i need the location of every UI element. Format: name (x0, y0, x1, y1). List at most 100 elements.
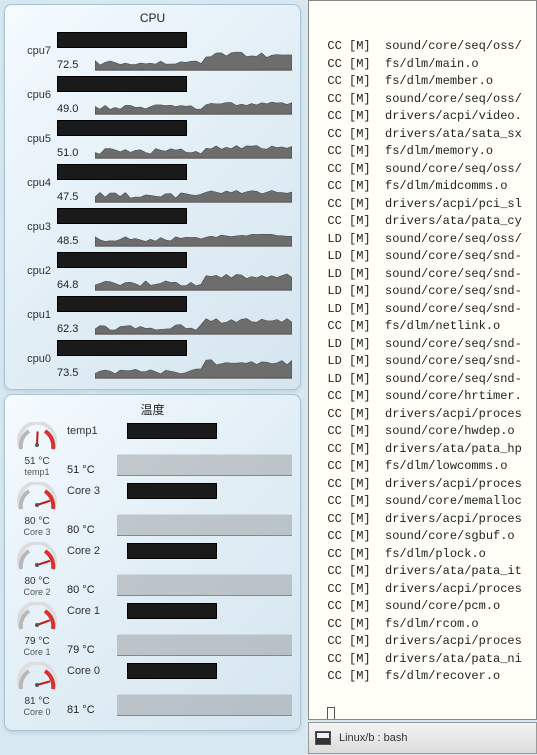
temperature-gauge-icon (15, 602, 59, 638)
cpu-usage-bar (57, 164, 187, 180)
terminal-line: CC [M] drivers/acpi/video. (313, 108, 532, 126)
terminal-line: LD [M] sound/core/seq/snd- (313, 266, 532, 284)
gauge-label: Core 1 (23, 647, 50, 657)
terminal-line: CC [M] sound/core/seq/oss/ (313, 161, 532, 179)
cpu-usage-bar (57, 296, 187, 312)
terminal-line: CC [M] sound/core/hwdep.o (313, 423, 532, 441)
terminal-line: CC [M] sound/core/sgbuf.o (313, 528, 532, 546)
temperature-sensor-name: Core 1 (67, 605, 117, 617)
temperature-gauge-icon (15, 662, 59, 698)
terminal-line: CC [M] drivers/acpi/proces (313, 511, 532, 529)
cpu-core-label: cpu5 (13, 133, 51, 145)
temperature-history-graph (117, 566, 292, 596)
terminal-line: CC [M] fs/dlm/plock.o (313, 546, 532, 564)
temperature-history-graph (117, 506, 292, 536)
cpu-history-graph (95, 225, 292, 247)
terminal-line: CC [M] drivers/acpi/proces (313, 476, 532, 494)
temperature-graph-value: 81 °C (67, 704, 111, 716)
left-panel: CPU cpu772.5cpu649.0cpu551.0cpu447.5cpu3… (0, 0, 305, 755)
temperature-graph-value: 80 °C (67, 584, 111, 596)
terminal-line: CC [M] drivers/ata/pata_hp (313, 441, 532, 459)
cpu-usage-bar (57, 208, 187, 224)
temperature-bar (127, 663, 217, 679)
cpu-usage-value: 72.5 (57, 59, 91, 71)
terminal-line: CC [M] fs/dlm/lowcomms.o (313, 458, 532, 476)
temperature-history-graph (117, 686, 292, 716)
gauge-label: Core 0 (23, 707, 50, 717)
terminal-line: CC [M] drivers/acpi/proces (313, 406, 532, 424)
cpu-core-label: cpu4 (13, 177, 51, 189)
terminal-line: CC [M] sound/core/seq/oss/ (313, 91, 532, 109)
terminal-line: CC [M] sound/core/pcm.o (313, 598, 532, 616)
temperature-sensor-name: Core 2 (67, 545, 117, 557)
cpu-row: cpu551.0 (13, 117, 292, 161)
temperature-row: 81 °CCore 0Core 081 °C (13, 662, 292, 722)
cpu-history-graph (95, 357, 292, 379)
cpu-row: cpu1 62.3 (13, 293, 292, 337)
temperature-gauge-icon (15, 542, 59, 578)
terminal-line: CC [M] fs/dlm/rcom.o (313, 616, 532, 634)
terminal-line: CC [M] drivers/ata/sata_sx (313, 126, 532, 144)
cpu-usage-value: 62.3 (57, 323, 91, 335)
cpu-core-label: cpu2 (13, 265, 51, 277)
temperature-widget: 温度 51 °Ctemp1temp151 °C80 °CCore 3Core 3… (4, 394, 301, 731)
terminal-line: LD [M] sound/core/seq/snd- (313, 248, 532, 266)
terminal-line: CC [M] drivers/ata/pata_cy (313, 213, 532, 231)
cpu-usage-value: 48.5 (57, 235, 91, 247)
cpu-usage-bar (57, 340, 187, 356)
cpu-row: cpu4 47.5 (13, 161, 292, 205)
terminal-icon[interactable] (315, 731, 331, 745)
terminal-line: LD [M] sound/core/seq/snd- (313, 353, 532, 371)
terminal-line: CC [M] fs/dlm/netlink.o (313, 318, 532, 336)
terminal-line: CC [M] fs/dlm/midcomms.o (313, 178, 532, 196)
taskbar[interactable]: Linux/b : bash (308, 722, 537, 754)
terminal-line: LD [M] sound/core/seq/snd- (313, 301, 532, 319)
cpu-usage-bar (57, 120, 187, 136)
terminal-line: LD [M] sound/core/seq/oss/ (313, 231, 532, 249)
cpu-row: cpu3 48.5 (13, 205, 292, 249)
temperature-gauge-icon (15, 482, 59, 518)
temperature-bar (127, 423, 217, 439)
terminal-line: CC [M] drivers/acpi/pci_sl (313, 196, 532, 214)
temperature-history-graph (117, 446, 292, 476)
temperature-bar (127, 483, 217, 499)
temperature-graph-value: 51 °C (67, 464, 111, 476)
cpu-row: cpu073.5 (13, 337, 292, 381)
cpu-usage-bar (57, 32, 187, 48)
cpu-widget: CPU cpu772.5cpu649.0cpu551.0cpu447.5cpu3… (4, 4, 301, 390)
cpu-history-graph (95, 93, 292, 115)
gauge-label: Core 2 (23, 587, 50, 597)
cpu-row: cpu2 64.8 (13, 249, 292, 293)
cpu-usage-value: 73.5 (57, 367, 91, 379)
terminal-line: CC [M] sound/core/seq/oss/ (313, 38, 532, 56)
cpu-usage-value: 47.5 (57, 191, 91, 203)
cpu-row: cpu649.0 (13, 73, 292, 117)
temperature-gauge-icon (15, 422, 59, 458)
temperature-graph-value: 79 °C (67, 644, 111, 656)
cpu-core-label: cpu3 (13, 221, 51, 233)
cpu-history-graph (95, 269, 292, 291)
terminal-output[interactable]: CC [M] sound/core/seq/oss/ CC [M] fs/dlm… (308, 0, 537, 720)
temperature-bar (127, 603, 217, 619)
cpu-usage-bar (57, 76, 187, 92)
taskbar-window-title[interactable]: Linux/b : bash (339, 732, 408, 744)
terminal-line: CC [M] drivers/ata/pata_ni (313, 651, 532, 669)
cpu-history-graph (95, 137, 292, 159)
terminal-line: CC [M] drivers/ata/pata_it (313, 563, 532, 581)
cpu-core-label: cpu7 (13, 45, 51, 57)
terminal-line: LD [M] sound/core/seq/snd- (313, 336, 532, 354)
cpu-core-label: cpu1 (13, 309, 51, 321)
cpu-usage-value: 49.0 (57, 103, 91, 115)
temperature-sensor-name: Core 3 (67, 485, 117, 497)
terminal-line: LD [M] sound/core/seq/snd- (313, 371, 532, 389)
terminal-cursor-icon (327, 707, 335, 720)
cpu-usage-value: 64.8 (57, 279, 91, 291)
cpu-history-graph (95, 181, 292, 203)
terminal-line: CC [M] drivers/acpi/proces (313, 581, 532, 599)
terminal-line: CC [M] fs/dlm/member.o (313, 73, 532, 91)
cpu-history-graph (95, 49, 292, 71)
terminal-line: CC [M] drivers/acpi/proces (313, 633, 532, 651)
terminal-line: CC [M] fs/dlm/main.o (313, 56, 532, 74)
cpu-row: cpu7 72.5 (13, 29, 292, 73)
temperature-row: 80 °CCore 3Core 380 °C (13, 482, 292, 542)
